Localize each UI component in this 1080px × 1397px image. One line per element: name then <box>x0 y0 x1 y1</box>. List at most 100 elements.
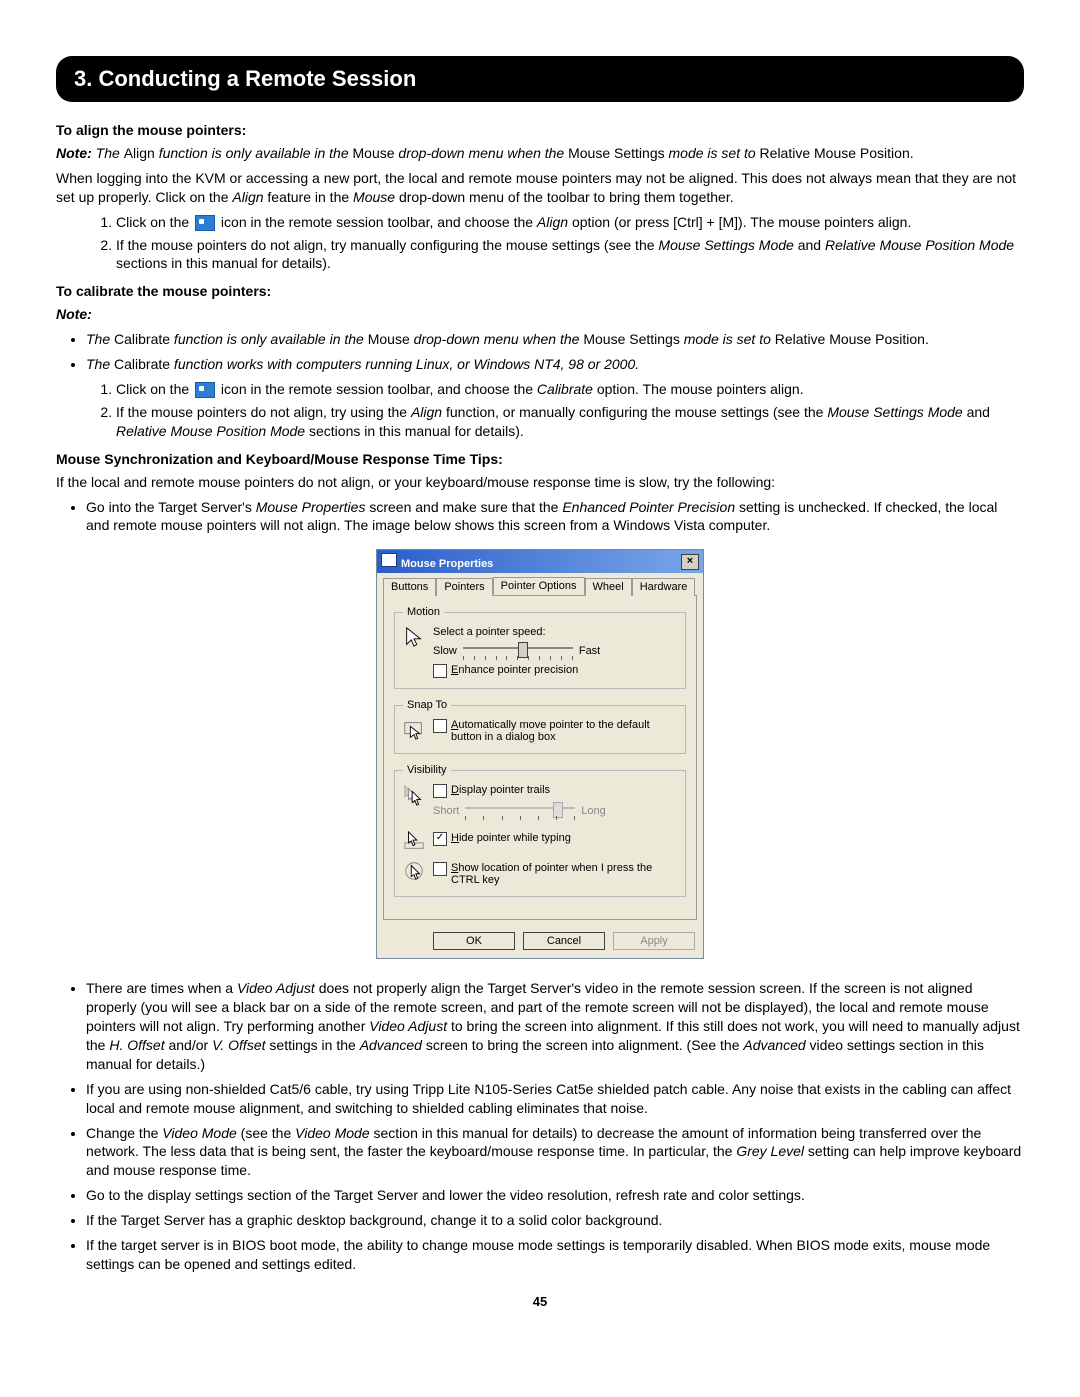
text: drop-down menu when the <box>410 331 584 347</box>
calibrate-step-2: If the mouse pointers do not align, try … <box>116 403 1024 441</box>
ctrl-locate-checkbox[interactable]: Show location of pointer when I press th… <box>433 862 677 886</box>
ok-button[interactable]: OK <box>433 932 515 950</box>
text: The <box>92 145 124 161</box>
text-em: Advanced <box>360 1037 422 1053</box>
text: Mouse <box>353 145 395 161</box>
text: Align <box>124 145 155 161</box>
calibrate-bullet-2: The Calibrate function works with comput… <box>86 355 1024 374</box>
hide-typing-icon <box>403 830 425 852</box>
mouse-properties-figure: Mouse Properties × Buttons Pointers Poin… <box>56 549 1024 959</box>
text: icon in the remote session toolbar, and … <box>217 381 537 397</box>
text: Calibrate <box>114 356 170 372</box>
text: mode is set to <box>665 145 760 161</box>
mouse-toolbar-icon <box>195 382 215 398</box>
text: option (or press [Ctrl] + [M]). The mous… <box>568 214 911 230</box>
pointer-speed-slider[interactable]: Slow Fast <box>433 642 677 660</box>
tab-pointers[interactable]: Pointers <box>436 578 492 596</box>
mouse-toolbar-icon <box>195 215 215 231</box>
motion-label: Select a pointer speed: <box>433 626 677 638</box>
sync-bullet-7: If the target server is in BIOS boot mod… <box>86 1236 1024 1274</box>
align-note: Note: The Align function is only availab… <box>56 144 1024 163</box>
section-header: 3. Conducting a Remote Session <box>56 56 1024 102</box>
sync-bullets-top: Go into the Target Server's Mouse Proper… <box>56 498 1024 536</box>
sync-bullet-6: If the Target Server has a graphic deskt… <box>86 1211 1024 1230</box>
text: function is only available in the <box>170 331 368 347</box>
long-label: Long <box>581 805 605 817</box>
dialog-buttons: OK Cancel Apply <box>377 926 703 958</box>
trails-checkbox[interactable]: Display pointer trails <box>433 784 677 798</box>
align-steps: Click on the icon in the remote session … <box>56 213 1024 274</box>
tab-buttons[interactable]: Buttons <box>383 578 436 596</box>
page-number: 45 <box>56 1294 1024 1309</box>
tab-content: Motion Select a pointer speed: Slow <box>383 595 697 920</box>
calibrate-note-bullets: The Calibrate function is only available… <box>56 330 1024 374</box>
text: Relative Mouse Position. <box>775 331 929 347</box>
text: drop-down menu when the <box>395 145 569 161</box>
cancel-button[interactable]: Cancel <box>523 932 605 950</box>
text-em: Align <box>232 189 263 205</box>
sync-intro: If the local and remote mouse pointers d… <box>56 473 1024 492</box>
text-em: Advanced <box>743 1037 805 1053</box>
calibrate-bullet-1: The Calibrate function is only available… <box>86 330 1024 349</box>
calibrate-step-1: Click on the icon in the remote session … <box>116 380 1024 399</box>
hide-typing-checkbox[interactable]: Hide pointer while typing <box>433 832 571 846</box>
text: drop-down menu of the toolbar to bring t… <box>395 189 734 205</box>
checkbox-label: utomatically move pointer to the default… <box>451 719 650 743</box>
text: function, or manually configuring the mo… <box>442 404 827 420</box>
sync-bullets-bottom: There are times when a Video Adjust does… <box>56 979 1024 1273</box>
fast-label: Fast <box>579 645 600 657</box>
text: Go into the Target Server's <box>86 499 256 515</box>
dialog-title: Mouse Properties <box>401 558 493 570</box>
align-paragraph: When logging into the KVM or accessing a… <box>56 169 1024 207</box>
dialog-titlebar: Mouse Properties × <box>377 550 703 573</box>
text: The <box>86 331 114 347</box>
text-em: Video Adjust <box>237 980 315 996</box>
text-em: Calibrate <box>537 381 593 397</box>
checkbox-icon <box>433 784 447 798</box>
text: (see the <box>237 1125 295 1141</box>
text-em: Grey Level <box>736 1143 804 1159</box>
motion-group: Motion Select a pointer speed: Slow <box>394 606 686 689</box>
text: Mouse Settings <box>568 145 665 161</box>
tab-wheel[interactable]: Wheel <box>585 578 632 596</box>
text-em: Mouse Properties <box>256 499 366 515</box>
text: Click on the <box>116 214 193 230</box>
sync-bullet-3: If you are using non-shielded Cat5/6 cab… <box>86 1080 1024 1118</box>
text-em: Relative Mouse Position Mode <box>825 237 1014 253</box>
text-em: Mouse Settings Mode <box>827 404 962 420</box>
tabs-row: Buttons Pointers Pointer Options Wheel H… <box>377 573 703 595</box>
sync-bullet-1: Go into the Target Server's Mouse Proper… <box>86 498 1024 536</box>
snap-icon <box>403 719 425 741</box>
trails-icon <box>403 784 425 806</box>
checkbox-icon <box>433 862 447 876</box>
align-step-2: If the mouse pointers do not align, try … <box>116 236 1024 274</box>
text: screen and make sure that the <box>365 499 562 515</box>
text: There are times when a <box>86 980 237 996</box>
text-em: Align <box>537 214 568 230</box>
text-em: V. Offset <box>212 1037 265 1053</box>
mouse-app-icon <box>381 553 397 567</box>
text: If the mouse pointers do not align, try … <box>116 404 411 420</box>
visibility-legend: Visibility <box>403 764 451 776</box>
snapto-group: Snap To Automatically move pointer to th… <box>394 699 686 754</box>
close-button[interactable]: × <box>681 554 699 570</box>
text: screen to bring the screen into alignmen… <box>422 1037 743 1053</box>
text: Calibrate <box>114 331 170 347</box>
tab-pointer-options[interactable]: Pointer Options <box>493 577 585 595</box>
text-em: Relative Mouse Position Mode <box>116 423 305 439</box>
apply-button[interactable]: Apply <box>613 932 695 950</box>
text-em: Video Mode <box>295 1125 369 1141</box>
text: and/or <box>165 1037 212 1053</box>
tab-hardware[interactable]: Hardware <box>632 578 696 596</box>
checkbox-icon <box>433 664 447 678</box>
snapto-checkbox[interactable]: Automatically move pointer to the defaul… <box>433 719 677 743</box>
enhance-precision-checkbox[interactable]: Enhance pointer precision <box>433 664 677 678</box>
checkbox-label: how location of pointer when I press the… <box>451 862 652 886</box>
checkbox-icon <box>433 719 447 733</box>
text: option. The mouse pointers align. <box>593 381 804 397</box>
text: Change the <box>86 1125 162 1141</box>
text: The <box>86 356 114 372</box>
text: sections in this manual for details). <box>305 423 524 439</box>
text: Mouse <box>368 331 410 347</box>
text: Click on the <box>116 381 193 397</box>
